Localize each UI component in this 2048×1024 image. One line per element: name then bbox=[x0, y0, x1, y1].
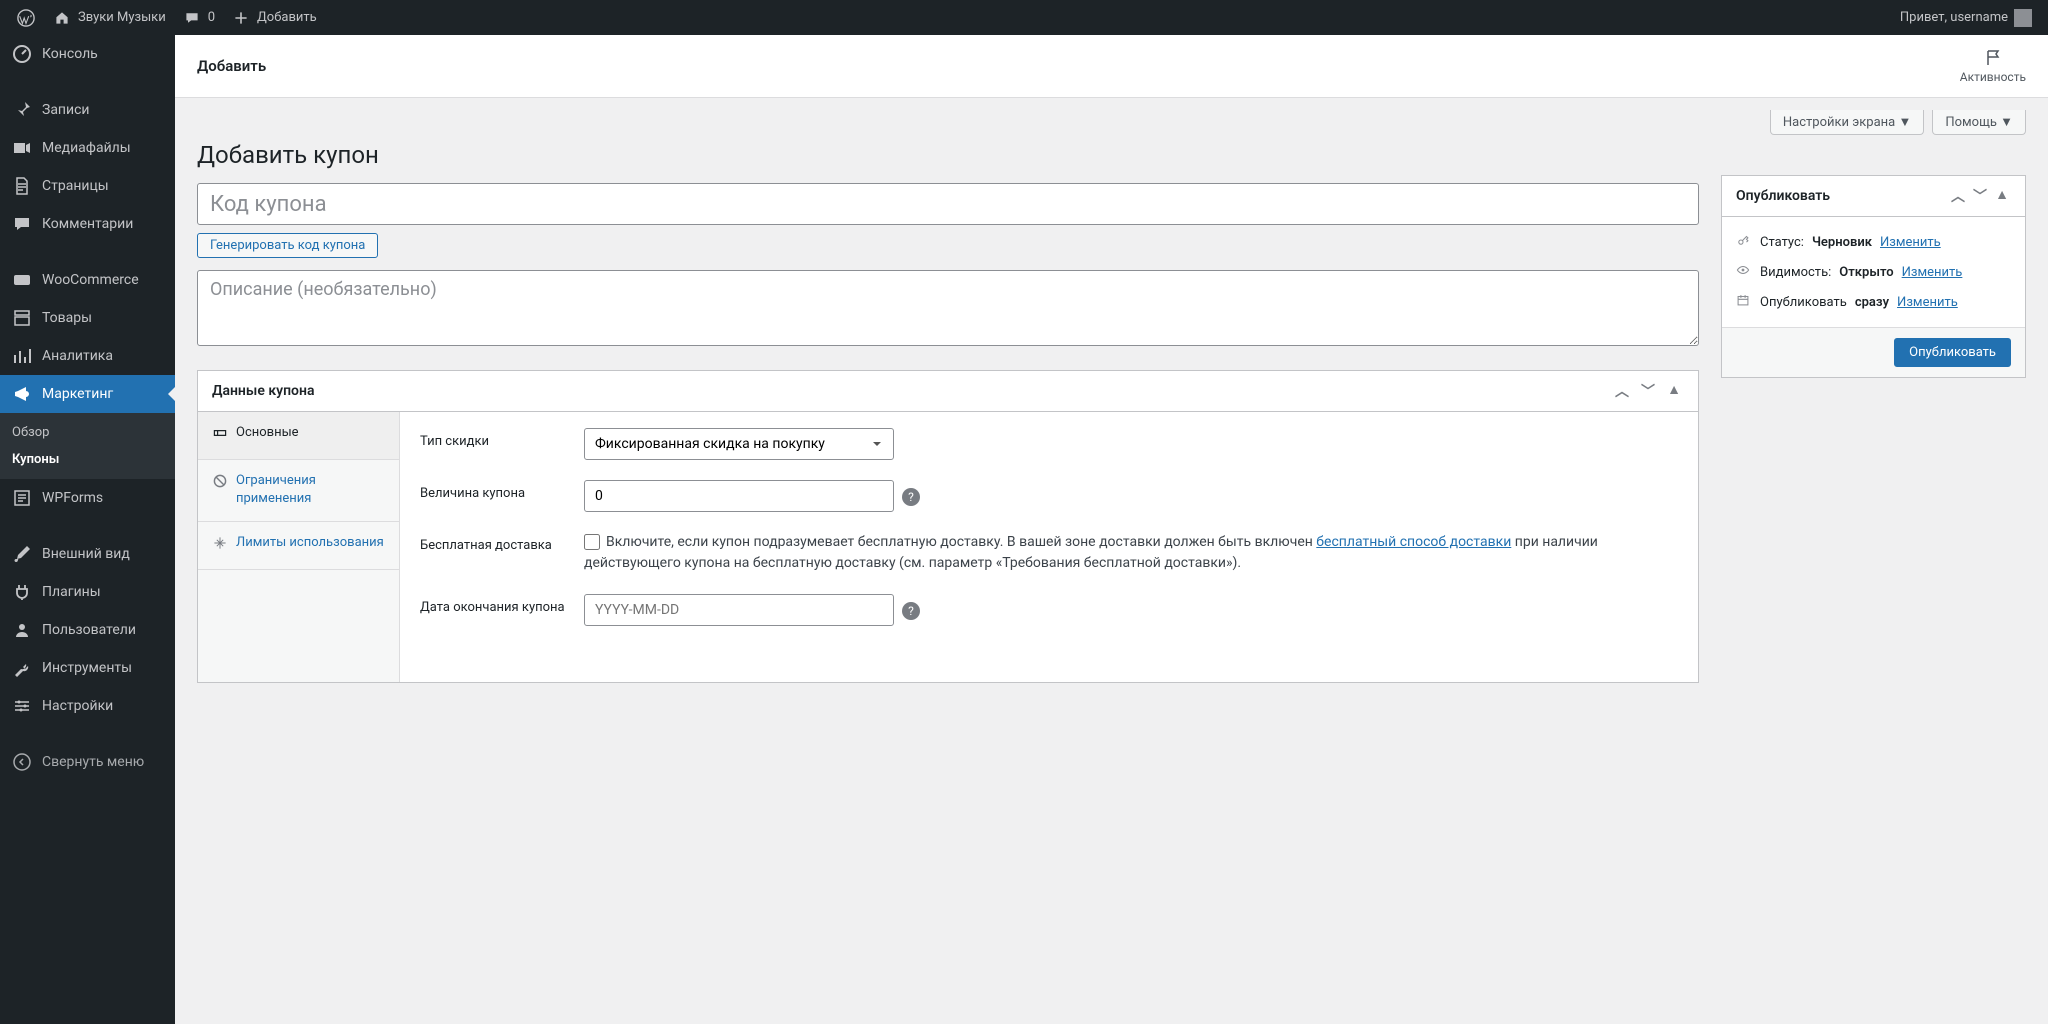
menu-products[interactable]: Товары bbox=[0, 299, 175, 337]
account-link[interactable]: Привет, username bbox=[1892, 0, 2040, 35]
eye-icon bbox=[1736, 263, 1752, 281]
brush-icon bbox=[12, 544, 32, 564]
edit-status-link[interactable]: Изменить bbox=[1880, 235, 1941, 250]
menu-media[interactable]: Медиафайлы bbox=[0, 129, 175, 167]
home-icon bbox=[52, 8, 72, 28]
panel-up-icon[interactable]: ︿ bbox=[1612, 381, 1632, 401]
tab-general[interactable]: Основные bbox=[198, 412, 399, 460]
coupon-data-panel: Данные купона ︿ ﹀ ▲ Основные Ограничения… bbox=[197, 370, 1699, 683]
wpforms-icon bbox=[12, 488, 32, 508]
coupon-amount-label: Величина купона bbox=[420, 480, 570, 501]
coupon-tabs: Основные Ограничения применения Лимиты и… bbox=[198, 412, 400, 682]
submenu-overview[interactable]: Обзор bbox=[0, 419, 175, 446]
comment-icon bbox=[182, 8, 202, 28]
edit-visibility-link[interactable]: Изменить bbox=[1902, 265, 1963, 280]
menu-users[interactable]: Пользователи bbox=[0, 611, 175, 649]
coupon-description-input[interactable] bbox=[197, 270, 1699, 346]
menu-marketing[interactable]: Маркетинг bbox=[0, 375, 175, 413]
collapse-icon bbox=[12, 752, 32, 772]
wc-header-title: Добавить bbox=[197, 57, 266, 75]
generate-code-button[interactable]: Генерировать код купона bbox=[197, 233, 378, 258]
wordpress-icon bbox=[16, 8, 36, 28]
product-icon bbox=[12, 308, 32, 328]
pin-icon bbox=[12, 100, 32, 120]
comments-link[interactable]: 0 bbox=[174, 0, 223, 35]
wrench-icon bbox=[12, 658, 32, 678]
menu-comments[interactable]: Комментарии bbox=[0, 205, 175, 243]
ban-icon bbox=[212, 473, 228, 495]
user-icon bbox=[12, 620, 32, 640]
site-name: Звуки Музыки bbox=[78, 10, 166, 25]
free-shipping-label: Бесплатная доставка bbox=[420, 532, 570, 553]
box-down-icon[interactable]: ﹀ bbox=[1971, 186, 1989, 206]
comment-count: 0 bbox=[208, 10, 215, 25]
greeting: Привет, username bbox=[1900, 10, 2008, 25]
avatar bbox=[2014, 9, 2032, 27]
menu-woocommerce[interactable]: WooCommerce bbox=[0, 261, 175, 299]
discount-type-label: Тип скидки bbox=[420, 428, 570, 449]
help-tip-icon[interactable]: ? bbox=[902, 488, 920, 506]
menu-dashboard[interactable]: Консоль bbox=[0, 35, 175, 73]
help-tip-icon[interactable]: ? bbox=[902, 602, 920, 620]
plug-icon bbox=[12, 582, 32, 602]
analytics-icon bbox=[12, 346, 32, 366]
add-label: Добавить bbox=[257, 10, 317, 25]
media-icon bbox=[12, 138, 32, 158]
tab-limits[interactable]: Лимиты использования bbox=[198, 522, 399, 570]
free-shipping-description: Включите, если купон подразумевает беспл… bbox=[584, 532, 1678, 574]
admin-bar: Звуки Музыки 0 Добавить Привет, username bbox=[0, 0, 2048, 35]
expiry-date-input[interactable] bbox=[584, 594, 894, 626]
submenu-coupons[interactable]: Купоны bbox=[0, 446, 175, 473]
wp-logo[interactable] bbox=[8, 0, 44, 35]
coupon-code-input[interactable] bbox=[197, 183, 1699, 225]
panel-toggle-icon[interactable]: ▲ bbox=[1664, 381, 1684, 401]
free-shipping-checkbox[interactable] bbox=[584, 534, 600, 550]
page-icon bbox=[12, 176, 32, 196]
site-link[interactable]: Звуки Музыки bbox=[44, 0, 174, 35]
menu-plugins[interactable]: Плагины bbox=[0, 573, 175, 611]
tab-restriction[interactable]: Ограничения применения bbox=[198, 460, 399, 521]
coupon-amount-input[interactable] bbox=[584, 480, 894, 512]
panel-down-icon[interactable]: ﹀ bbox=[1638, 381, 1658, 401]
add-new-link[interactable]: Добавить bbox=[223, 0, 325, 35]
menu-pages[interactable]: Страницы bbox=[0, 167, 175, 205]
woo-icon bbox=[12, 270, 32, 290]
discount-type-select[interactable]: Фиксированная скидка на покупку bbox=[584, 428, 894, 460]
publish-box: Опубликовать ︿ ﹀ ▲ Статус: Черновик Изме bbox=[1721, 175, 2026, 378]
dashboard-icon bbox=[12, 44, 32, 64]
megaphone-icon bbox=[12, 384, 32, 404]
limits-icon bbox=[212, 535, 228, 557]
plus-icon bbox=[231, 8, 251, 28]
menu-analytics[interactable]: Аналитика bbox=[0, 337, 175, 375]
box-toggle-icon[interactable]: ▲ bbox=[1993, 186, 2011, 206]
coupon-data-title: Данные купона bbox=[212, 383, 314, 399]
menu-settings[interactable]: Настройки bbox=[0, 687, 175, 725]
menu-tools[interactable]: Инструменты bbox=[0, 649, 175, 687]
screen-options-button[interactable]: Настройки экрана ▼ bbox=[1770, 110, 1924, 135]
collapse-menu[interactable]: Свернуть меню bbox=[0, 743, 175, 781]
calendar-icon bbox=[1736, 293, 1752, 311]
comments-icon bbox=[12, 214, 32, 234]
help-button[interactable]: Помощь ▼ bbox=[1932, 110, 2026, 135]
edit-schedule-link[interactable]: Изменить bbox=[1897, 295, 1958, 310]
screen-options-row: Настройки экрана ▼ Помощь ▼ bbox=[197, 110, 2026, 135]
flag-icon bbox=[1983, 48, 2003, 68]
free-shipping-link[interactable]: бесплатный способ доставки bbox=[1316, 534, 1511, 550]
publish-title: Опубликовать bbox=[1736, 188, 1830, 204]
menu-posts[interactable]: Записи bbox=[0, 91, 175, 129]
submenu-marketing: Обзор Купоны bbox=[0, 413, 175, 479]
key-icon bbox=[1736, 233, 1752, 251]
page-title: Добавить купон bbox=[197, 141, 1699, 169]
expiry-label: Дата окончания купона bbox=[420, 594, 570, 615]
publish-button[interactable]: Опубликовать bbox=[1894, 338, 2011, 367]
box-up-icon[interactable]: ︿ bbox=[1949, 186, 1967, 206]
sliders-icon bbox=[12, 696, 32, 716]
menu-appearance[interactable]: Внешний вид bbox=[0, 535, 175, 573]
activity-button[interactable]: Активность bbox=[1960, 48, 2026, 84]
admin-sidebar: Консоль Записи Медиафайлы Страницы Комме… bbox=[0, 35, 175, 1024]
wc-header: Добавить Активность bbox=[175, 35, 2048, 98]
ticket-icon bbox=[212, 425, 228, 447]
menu-wpforms[interactable]: WPForms bbox=[0, 479, 175, 517]
